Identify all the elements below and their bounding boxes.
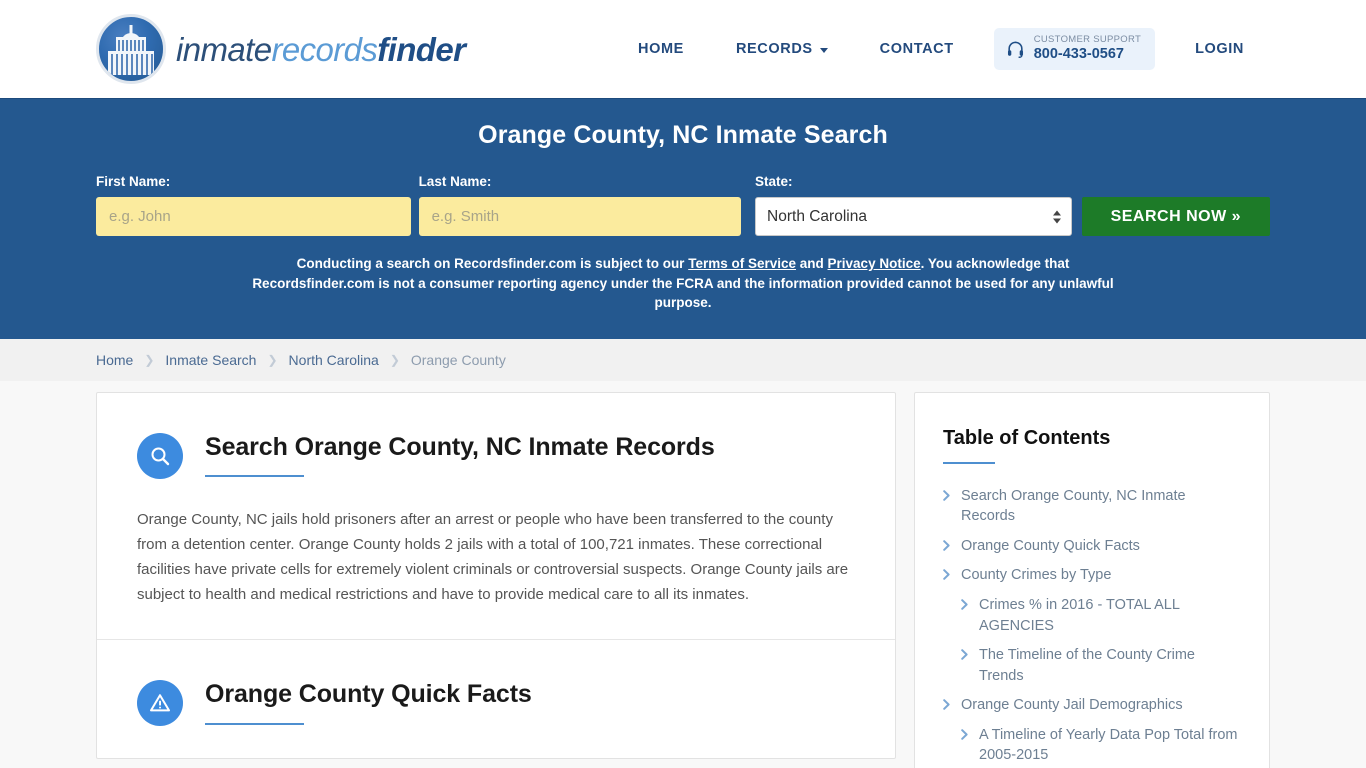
privacy-notice-link[interactable]: Privacy Notice	[828, 256, 921, 271]
section-quick-facts: Orange County Quick Facts	[97, 639, 895, 758]
breadcrumb-item-orange-county: Orange County	[410, 351, 506, 368]
breadcrumb-separator-icon: ❯	[389, 352, 400, 367]
brand-part-2: records	[271, 30, 378, 68]
toc-item-label: The Timeline of the County Crime Trends	[979, 647, 1195, 684]
brand-wordmark: inmaterecordsfinder	[176, 30, 466, 68]
state-select[interactable]: North Carolina	[755, 197, 1072, 236]
nav-label-records: RECORDS	[735, 41, 813, 57]
nav-label-home: HOME	[638, 41, 684, 57]
nav-item-login[interactable]: LOGIN	[1169, 41, 1270, 57]
support-phone: 800-433-0567	[1033, 46, 1124, 63]
search-disclaimer: Conducting a search on Recordsfinder.com…	[243, 254, 1123, 313]
brand-logo[interactable]: inmaterecordsfinder	[96, 14, 466, 84]
toc-item-yearly-pop-total-timeline[interactable]: A Timeline of Yearly Data Pop Total from…	[943, 725, 1241, 766]
brand-part-1: inmate	[176, 30, 272, 68]
breadcrumb-separator-icon: ❯	[144, 352, 155, 367]
search-now-button[interactable]: SEARCH NOW »	[1081, 197, 1270, 236]
breadcrumb-separator-icon: ❯	[267, 352, 278, 367]
toc-underline	[943, 461, 995, 464]
toc-item-crimes-percent-2016[interactable]: Crimes % in 2016 - TOTAL ALL AGENCIES	[943, 595, 1241, 636]
brand-part-3: finder	[377, 30, 466, 68]
last-name-group: Last Name:	[418, 174, 742, 236]
main-content-card: Search Orange County, NC Inmate Records …	[96, 391, 896, 760]
chevron-right-icon	[961, 649, 968, 660]
chevron-right-icon	[943, 489, 950, 501]
section-title: Orange County Quick Facts	[205, 680, 532, 709]
table-of-contents-card: Table of Contents Search Orange County, …	[914, 391, 1270, 768]
toc-item-label: Orange County Jail Demographics	[961, 697, 1183, 714]
chevron-right-icon	[943, 699, 950, 711]
toc-item-label: County Crimes by Type	[961, 567, 1112, 584]
headset-icon	[1007, 41, 1023, 58]
nav-label-login: LOGIN	[1195, 41, 1244, 57]
chevron-right-icon	[943, 540, 950, 551]
disclaimer-text-2: and	[796, 256, 828, 271]
first-name-group: First Name:	[96, 174, 411, 236]
chevron-right-icon	[961, 599, 968, 610]
first-name-label: First Name:	[96, 174, 171, 189]
title-underline	[205, 475, 304, 478]
title-underline	[205, 723, 304, 726]
nav-item-contact[interactable]: CONTACT	[854, 41, 980, 57]
state-group: State: North Carolina	[755, 174, 1072, 236]
chevron-down-icon	[819, 47, 828, 53]
nav-label-contact: CONTACT	[879, 41, 954, 57]
breadcrumb-item-home[interactable]: Home	[96, 352, 133, 368]
capitol-dome-icon	[96, 14, 166, 84]
page-title: Orange County, NC Inmate Search	[478, 121, 888, 149]
toc-list: Search Orange County, NC Inmate Records …	[943, 486, 1241, 766]
chevron-right-icon	[961, 729, 968, 740]
state-label: State:	[755, 174, 793, 189]
toc-item-jail-demographics[interactable]: Orange County Jail Demographics	[943, 695, 1241, 716]
breadcrumb-item-north-carolina[interactable]: North Carolina	[289, 352, 379, 368]
breadcrumb-bar: Home ❯ Inmate Search ❯ North Carolina ❯ …	[0, 338, 1366, 381]
nav-item-records[interactable]: RECORDS	[710, 41, 854, 57]
page-body: Search Orange County, NC Inmate Records …	[0, 381, 1366, 768]
section-header: Orange County Quick Facts	[137, 678, 855, 727]
site-header: inmaterecordsfinder HOME RECORDS CONTACT…	[0, 0, 1366, 98]
inmate-search-form: First Name: Last Name: State: North Caro…	[96, 174, 1270, 236]
toc-item-crime-trends-timeline[interactable]: The Timeline of the County Crime Trends	[943, 645, 1241, 686]
section-title: Search Orange County, NC Inmate Records	[205, 432, 715, 461]
breadcrumb: Home ❯ Inmate Search ❯ North Carolina ❯ …	[96, 352, 506, 368]
section-paragraph: Orange County, NC jails hold prisoners a…	[137, 510, 849, 604]
nav-item-home[interactable]: HOME	[612, 41, 710, 57]
warning-triangle-icon	[137, 680, 183, 727]
toc-item-county-crimes-by-type[interactable]: County Crimes by Type	[943, 565, 1241, 586]
magnifier-icon	[137, 432, 183, 479]
support-label: CUSTOMER SUPPORT	[1033, 34, 1142, 46]
first-name-input[interactable]	[96, 197, 411, 236]
toc-item-label: Crimes % in 2016 - TOTAL ALL AGENCIES	[979, 597, 1180, 634]
breadcrumb-item-inmate-search[interactable]: Inmate Search	[165, 352, 256, 368]
toc-title: Table of Contents	[943, 426, 1111, 449]
toc-item-label: Orange County Quick Facts	[961, 537, 1140, 554]
disclaimer-text-1: Conducting a search on Recordsfinder.com…	[296, 256, 689, 271]
section-search-records: Search Orange County, NC Inmate Records …	[97, 393, 895, 640]
chevron-right-icon	[943, 569, 950, 581]
toc-item-search-records[interactable]: Search Orange County, NC Inmate Records	[943, 486, 1241, 527]
toc-item-label: A Timeline of Yearly Data Pop Total from…	[979, 726, 1238, 764]
terms-of-service-link[interactable]: Terms of Service	[688, 256, 796, 271]
support-text-block: CUSTOMER SUPPORT 800-433-0567	[1033, 34, 1142, 63]
customer-support-badge[interactable]: CUSTOMER SUPPORT 800-433-0567	[993, 28, 1156, 70]
hero-search-section: Orange County, NC Inmate Search First Na…	[0, 98, 1366, 339]
last-name-input[interactable]	[418, 197, 742, 236]
toc-item-label: Search Orange County, NC Inmate Records	[961, 487, 1186, 525]
last-name-label: Last Name:	[418, 174, 492, 189]
section-header: Search Orange County, NC Inmate Records	[137, 431, 855, 479]
main-navigation: HOME RECORDS CONTACT CUSTOMER SUPPORT 80…	[612, 28, 1270, 70]
toc-item-quick-facts[interactable]: Orange County Quick Facts	[943, 536, 1241, 557]
